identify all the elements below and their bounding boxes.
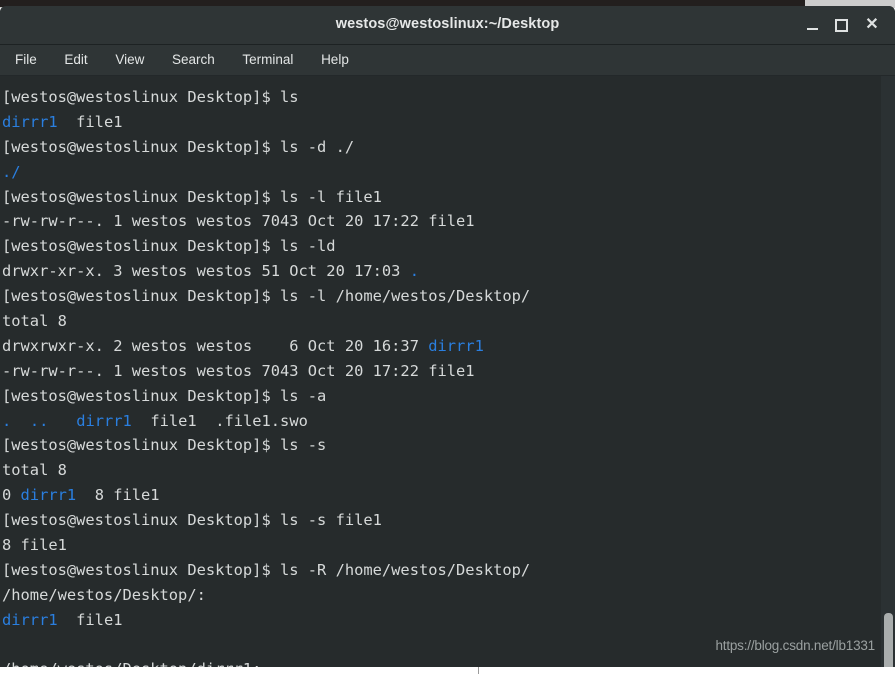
menu-item-help[interactable]: Help <box>312 45 358 75</box>
terminal-directory-text: dirrr1 <box>2 610 58 629</box>
close-icon: ✕ <box>865 16 879 33</box>
menu-item-terminal[interactable]: Terminal <box>233 45 302 75</box>
terminal-line: -rw-rw-r--. 1 westos westos 7043 Oct 20 … <box>2 359 879 384</box>
terminal-text: [westos@westoslinux Desktop]$ ls -a <box>2 386 327 405</box>
terminal-directory-text: dirrr1 <box>76 411 132 430</box>
terminal-line: 8 file1 <box>2 533 879 558</box>
terminal-line: [westos@westoslinux Desktop]$ ls -R /hom… <box>2 558 879 583</box>
terminal-line: /home/westos/Desktop/: <box>2 583 879 608</box>
terminal-text: -rw-rw-r--. 1 westos westos 7043 Oct 20 … <box>2 212 475 231</box>
menu-item-edit[interactable]: Edit <box>55 45 96 75</box>
terminal-output: [westos@westoslinux Desktop]$ ls dirrr1 f… <box>2 85 879 674</box>
terminal-line: drwxr-xr-x. 3 westos westos 51 Oct 20 17… <box>2 259 879 284</box>
terminal-line: [westos@westoslinux Desktop]$ ls -s file… <box>2 508 879 533</box>
terminal-text: [westos@westoslinux Desktop]$ ls -ld <box>2 237 336 256</box>
menu-item-search[interactable]: Search <box>163 45 224 75</box>
window-titlebar[interactable]: westos@westoslinux:~/Desktop ✕ <box>0 6 895 45</box>
terminal-text: drwxr-xr-x. 3 westos westos 51 Oct 20 17… <box>2 262 410 281</box>
terminal-text: file1 <box>57 112 123 131</box>
terminal-text: [westos@westoslinux Desktop]$ ls -s <box>2 436 327 455</box>
terminal-text: [westos@westoslinux Desktop]$ ls -d ./ <box>2 137 355 156</box>
terminal-directory-text: ./ <box>2 162 21 181</box>
menu-item-file[interactable]: File <box>6 45 46 75</box>
terminal-line: total 8 <box>2 309 879 334</box>
bottom-edge-strip <box>0 667 895 674</box>
terminal-text: file1 <box>57 610 123 629</box>
terminal-text: 8 file1 <box>76 486 160 505</box>
terminal-line: [westos@westoslinux Desktop]$ ls -d ./ <box>2 135 879 160</box>
terminal-text: drwxrwxr-x. 2 westos westos 6 Oct 20 16:… <box>2 336 429 355</box>
terminal-text: file1 .file1.swo <box>131 411 308 430</box>
terminal-text: [westos@westoslinux Desktop]$ ls -l /hom… <box>2 287 531 306</box>
terminal-area[interactable]: [westos@westoslinux Desktop]$ ls dirrr1 f… <box>0 76 895 674</box>
terminal-directory-text: dirrr1 <box>20 486 77 505</box>
terminal-text: [westos@westoslinux Desktop]$ ls <box>2 88 299 106</box>
terminal-text: [westos@westoslinux Desktop]$ ls -R /hom… <box>2 560 531 579</box>
terminal-text: 8 file1 <box>2 536 67 555</box>
terminal-line: [westos@westoslinux Desktop]$ ls -s <box>2 433 879 458</box>
maximize-icon <box>834 19 848 32</box>
terminal-directory-text: . <box>2 411 12 430</box>
terminal-directory-text: . <box>409 262 419 281</box>
terminal-line: [westos@westoslinux Desktop]$ ls -l file… <box>2 185 879 210</box>
close-button[interactable]: ✕ <box>861 14 883 36</box>
menu-item-view[interactable]: View <box>106 45 153 75</box>
terminal-line: dirrr1 file1 <box>2 608 879 633</box>
terminal-line: [westos@westoslinux Desktop]$ ls -l /hom… <box>2 284 879 309</box>
terminal-text: 0 <box>2 486 21 505</box>
terminal-line: [westos@westoslinux Desktop]$ ls -ld <box>2 234 879 259</box>
terminal-text: total 8 <box>2 461 67 480</box>
terminal-line: total 8 <box>2 458 879 483</box>
terminal-text: -rw-rw-r--. 1 westos westos 7043 Oct 20 … <box>2 361 475 380</box>
bottom-edge-tick <box>478 667 479 674</box>
terminal-line: -rw-rw-r--. 1 westos westos 7043 Oct 20 … <box>2 209 879 234</box>
terminal-directory-text: .. <box>29 411 49 430</box>
menubar: File Edit View Search Terminal Help <box>0 45 895 76</box>
terminal-scrollbar[interactable] <box>881 76 895 674</box>
scrollbar-thumb[interactable] <box>884 613 893 671</box>
minimize-button[interactable] <box>801 14 823 36</box>
terminal-line: dirrr1 file1 <box>2 110 879 135</box>
terminal-directory-text: dirrr1 <box>428 336 484 355</box>
minimize-icon <box>806 28 818 30</box>
terminal-line: drwxrwxr-x. 2 westos westos 6 Oct 20 16:… <box>2 334 879 359</box>
terminal-line: 0 dirrr1 8 file1 <box>2 483 879 508</box>
window-title: westos@westoslinux:~/Desktop <box>335 16 560 32</box>
terminal-text: /home/westos/Desktop/: <box>2 585 206 604</box>
terminal-line: . .. dirrr1 file1 .file1.swo <box>2 409 879 434</box>
terminal-line: ./ <box>2 160 879 185</box>
terminal-line: [westos@westoslinux Desktop]$ ls <box>2 85 879 110</box>
terminal-text: [westos@westoslinux Desktop]$ ls -l file… <box>2 187 382 206</box>
maximize-button[interactable] <box>830 14 852 36</box>
terminal-text: total 8 <box>2 312 67 331</box>
terminal-window: westos@westoslinux:~/Desktop ✕ File Edit… <box>0 6 895 674</box>
terminal-directory-text: dirrr1 <box>2 112 58 131</box>
terminal-text: [westos@westoslinux Desktop]$ ls -s file… <box>2 511 382 530</box>
terminal-line: [westos@westoslinux Desktop]$ ls -a <box>2 384 879 409</box>
